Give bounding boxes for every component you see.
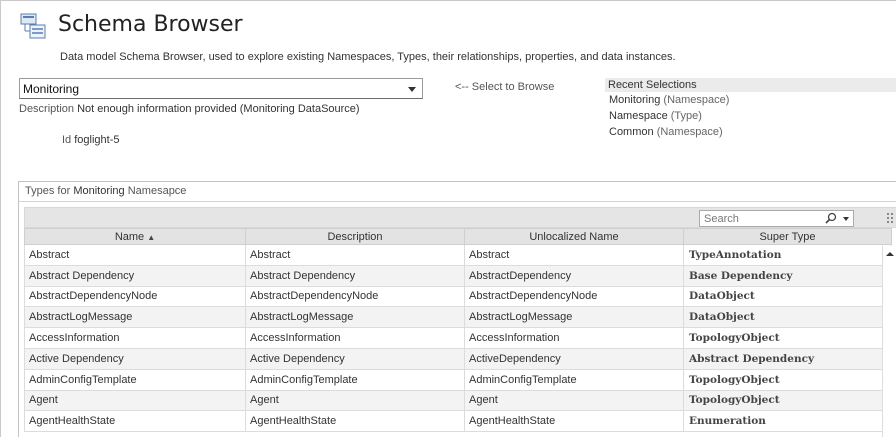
- cell-super-type: TopologyObject: [683, 368, 892, 391]
- column-header-unlocalized-name[interactable]: Unlocalized Name: [464, 228, 684, 245]
- cell-description: AccessInformation: [245, 327, 465, 349]
- namespace-id: Id foglight-5: [62, 134, 120, 146]
- types-grid: Search Name ▲ Description Unlocalized Na…: [24, 207, 896, 437]
- cell-unlocalized-name: Abstract: [464, 244, 684, 266]
- cell-unlocalized-name: AbstractDependencyNode: [464, 285, 684, 308]
- namespace-select[interactable]: Monitoring: [19, 78, 423, 99]
- types-table: Name ▲ Description Unlocalized Name Supe…: [24, 228, 892, 433]
- description-label: Description: [19, 103, 75, 115]
- cell-unlocalized-name: AccessInformation: [464, 327, 684, 349]
- recent-selections-title: Recent Selections: [605, 78, 896, 92]
- cell-super-type: TopologyObject: [683, 327, 892, 349]
- column-header-super-type[interactable]: Super Type: [683, 228, 892, 245]
- table-row[interactable]: AbstractDependencyNode AbstractDependency…: [24, 285, 892, 308]
- recent-item-type: (Type): [670, 110, 702, 122]
- table-row[interactable]: AdminConfigTemplate AdminConfigTemplate Ad…: [24, 368, 892, 391]
- column-header-name[interactable]: Name ▲: [24, 228, 246, 245]
- cell-name: AbstractLogMessage: [24, 306, 246, 329]
- cell-description: Agent: [245, 389, 465, 412]
- column-chooser-icon[interactable]: [887, 213, 893, 223]
- recent-item-type: (Namespace): [656, 126, 723, 138]
- cell-name: AgentHealthState: [24, 410, 246, 433]
- id-label: Id: [62, 134, 72, 146]
- search-options-chevron-icon[interactable]: [843, 217, 849, 221]
- cell-description: Active Dependency: [245, 347, 465, 370]
- table-row[interactable]: AccessInformation AccessInformation Access…: [24, 327, 892, 349]
- cell-description: AgentHealthState: [245, 410, 465, 433]
- cell-description: AdminConfigTemplate: [245, 368, 465, 391]
- vertical-scrollbar[interactable]: [882, 246, 896, 437]
- panel-title-suffix: Namesapce: [127, 185, 187, 197]
- recent-item-type: (Namespace): [663, 94, 730, 106]
- cell-super-type: Abstract Dependency: [683, 347, 892, 370]
- recent-item-name: Monitoring: [609, 94, 661, 106]
- cell-super-type: TypeAnnotation: [683, 244, 892, 266]
- search-icon[interactable]: [825, 212, 837, 224]
- recent-selections: Recent Selections Monitoring (Namespace)…: [605, 78, 896, 140]
- cell-unlocalized-name: AbstractDependency: [464, 264, 684, 287]
- cell-name: AccessInformation: [24, 327, 246, 349]
- cell-name: AdminConfigTemplate: [24, 368, 246, 391]
- panel-title-namespace: Monitoring: [73, 185, 125, 197]
- cell-unlocalized-name: AgentHealthState: [464, 410, 684, 433]
- search-input[interactable]: Search: [699, 210, 854, 227]
- grid-toolbar: Search: [24, 207, 896, 228]
- cell-description: AbstractLogMessage: [245, 306, 465, 329]
- recent-item-name: Namespace: [609, 110, 668, 122]
- scroll-up-icon[interactable]: [886, 252, 894, 256]
- table-row[interactable]: AbstractLogMessage AbstractLogMessage Abst…: [24, 306, 892, 329]
- recent-item[interactable]: Common (Namespace): [605, 124, 896, 140]
- chevron-down-icon[interactable]: [408, 87, 416, 92]
- cell-name: Abstract Dependency: [24, 264, 246, 287]
- table-row[interactable]: Active Dependency Active Dependency Active…: [24, 347, 892, 370]
- select-hint: <-- Select to Browse: [455, 81, 555, 93]
- recent-item[interactable]: Monitoring (Namespace): [605, 92, 896, 108]
- page-title: Schema Browser: [58, 12, 243, 37]
- cell-super-type: Enumeration: [683, 410, 892, 433]
- description-value: Not enough information provided (Monitor…: [77, 103, 360, 115]
- recent-item[interactable]: Namespace (Type): [605, 108, 896, 124]
- schema-browser-icon: [20, 13, 46, 39]
- cell-unlocalized-name: AdminConfigTemplate: [464, 368, 684, 391]
- table-row[interactable]: Abstract Dependency Abstract Dependency Ab…: [24, 264, 892, 287]
- table-row[interactable]: AgentHealthState AgentHealthState AgentHea…: [24, 410, 892, 433]
- namespace-description: Description Not enough information provi…: [19, 103, 360, 115]
- recent-item-name: Common: [609, 126, 654, 138]
- cell-name: Abstract: [24, 244, 246, 266]
- panel-title-prefix: Types for: [25, 185, 71, 197]
- cell-name: AbstractDependencyNode: [24, 285, 246, 308]
- table-row[interactable]: Agent Agent Agent TopologyObject: [24, 389, 892, 412]
- cell-name: Active Dependency: [24, 347, 246, 370]
- cell-super-type: TopologyObject: [683, 389, 892, 412]
- cell-unlocalized-name: Agent: [464, 389, 684, 412]
- cell-description: Abstract Dependency: [245, 264, 465, 287]
- cell-super-type: Base Dependency: [683, 264, 892, 287]
- table-row[interactable]: Abstract Abstract Abstract TypeAnnotation: [24, 244, 892, 266]
- cell-super-type: DataObject: [683, 285, 892, 308]
- cell-unlocalized-name: AbstractLogMessage: [464, 306, 684, 329]
- types-panel-title: Types for Monitoring Namesapce: [19, 182, 896, 202]
- cell-description: Abstract: [245, 244, 465, 266]
- namespace-select-value: Monitoring: [23, 82, 80, 96]
- table-header-row: Name ▲ Description Unlocalized Name Supe…: [24, 228, 892, 245]
- sort-ascending-icon: ▲: [147, 232, 156, 242]
- cell-description: AbstractDependencyNode: [245, 285, 465, 308]
- cell-name: Agent: [24, 389, 246, 412]
- cell-super-type: DataObject: [683, 306, 892, 329]
- column-header-description[interactable]: Description: [245, 228, 465, 245]
- cell-unlocalized-name: ActiveDependency: [464, 347, 684, 370]
- search-placeholder: Search: [704, 213, 739, 225]
- page-subtitle: Data model Schema Browser, used to explo…: [60, 51, 676, 63]
- column-header-label: Name: [114, 230, 145, 243]
- id-value: foglight-5: [74, 134, 120, 146]
